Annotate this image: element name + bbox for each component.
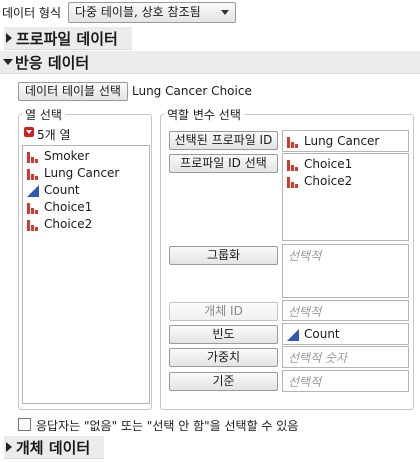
frequency-field[interactable]: Count	[282, 323, 409, 345]
grouping-button[interactable]: 그룹화	[169, 246, 278, 265]
subject-data-section-header[interactable]: 개체 데이터	[4, 436, 104, 459]
disclosure-collapsed-icon[interactable]	[6, 442, 12, 452]
weight-field[interactable]: 선택적 숫자	[282, 346, 409, 368]
list-item[interactable]: Choice2	[287, 173, 352, 190]
grouping-placeholder: 선택적	[288, 249, 322, 263]
column-select-legend: 열 선택	[22, 106, 65, 123]
profile-data-title: 프로파일 데이터	[16, 30, 118, 48]
nominal-column-icon	[287, 136, 299, 148]
list-item[interactable]: Choice1	[27, 199, 92, 216]
list-item[interactable]: Count	[27, 182, 80, 199]
nominal-column-icon	[287, 159, 299, 171]
nominal-column-icon	[27, 219, 39, 231]
weight-button[interactable]: 가중치	[169, 348, 278, 367]
frequency-button[interactable]: 빈도	[169, 325, 278, 344]
list-item[interactable]: Lung Cancer	[287, 133, 379, 150]
chevron-down-icon	[221, 10, 229, 15]
column-count: 5개 열	[37, 128, 71, 142]
role-value: Count	[304, 327, 340, 341]
subject-id-field[interactable]: 선택적	[282, 300, 409, 321]
grouping-field[interactable]: 선택적	[282, 244, 409, 298]
subject-data-title: 개체 데이터	[16, 439, 91, 457]
nominal-column-icon	[27, 202, 39, 214]
column-list[interactable]: Smoker Lung Cancer Count Choice1 Choice2	[22, 145, 150, 404]
selected-profile-id-field[interactable]: Lung Cancer	[282, 130, 409, 152]
profile-data-section-header[interactable]: 프로파일 데이터	[4, 27, 132, 50]
role-value: Lung Cancer	[304, 134, 380, 148]
by-placeholder: 선택적	[288, 375, 322, 389]
nominal-column-icon	[27, 151, 39, 163]
list-item[interactable]: Lung Cancer	[27, 165, 119, 182]
column-name: Lung Cancer	[44, 166, 120, 180]
continuous-column-icon	[27, 184, 39, 197]
data-format-value: 다중 테이블, 상호 참조됨	[75, 5, 201, 19]
continuous-column-icon	[287, 328, 299, 341]
profile-id-select-field[interactable]: Choice1 Choice2	[282, 153, 409, 241]
disclosure-collapsed-icon[interactable]	[6, 33, 12, 43]
subject-id-placeholder: 선택적	[288, 305, 322, 319]
data-format-label: 데이터 형식	[2, 6, 62, 20]
role-value: Choice2	[304, 174, 353, 188]
data-format-dropdown[interactable]: 다중 테이블, 상호 참조됨	[68, 2, 236, 23]
column-name: Choice1	[44, 200, 93, 214]
nominal-column-icon	[27, 168, 39, 180]
weight-placeholder: 선택적 숫자	[288, 351, 348, 365]
list-item[interactable]: Count	[287, 326, 340, 343]
nominal-column-icon	[287, 176, 299, 188]
allow-none-checkbox[interactable]	[18, 418, 31, 431]
response-data-section-header[interactable]: 반응 데이터	[0, 51, 420, 74]
column-name: Choice2	[44, 217, 93, 231]
select-data-table-button[interactable]: 데이터 테이블 선택	[18, 82, 128, 101]
response-data-title: 반응 데이터	[15, 54, 90, 72]
disclosure-expanded-icon[interactable]	[3, 59, 13, 65]
profile-id-select-button[interactable]: 프로파일 ID 선택	[169, 154, 278, 173]
selected-table-name: Lung Cancer Choice	[132, 84, 252, 98]
column-name: Smoker	[44, 149, 90, 163]
list-item[interactable]: Choice1	[287, 156, 352, 173]
allow-none-label: 응답자는 "없음" 또는 "선택 안 함"을 선택할 수 있음	[36, 419, 299, 433]
selected-profile-id-button[interactable]: 선택된 프로파일 ID	[169, 131, 278, 150]
column-name: Count	[44, 183, 80, 197]
role-value: Choice1	[304, 157, 353, 171]
by-field[interactable]: 선택적	[282, 370, 409, 392]
list-item[interactable]: Choice2	[27, 216, 92, 233]
list-item[interactable]: Smoker	[27, 148, 90, 165]
subject-id-button[interactable]: 개체 ID	[169, 302, 278, 321]
column-menu-icon[interactable]	[24, 127, 34, 137]
by-button[interactable]: 기준	[169, 372, 278, 391]
role-select-legend: 역할 변수 선택	[164, 106, 244, 123]
